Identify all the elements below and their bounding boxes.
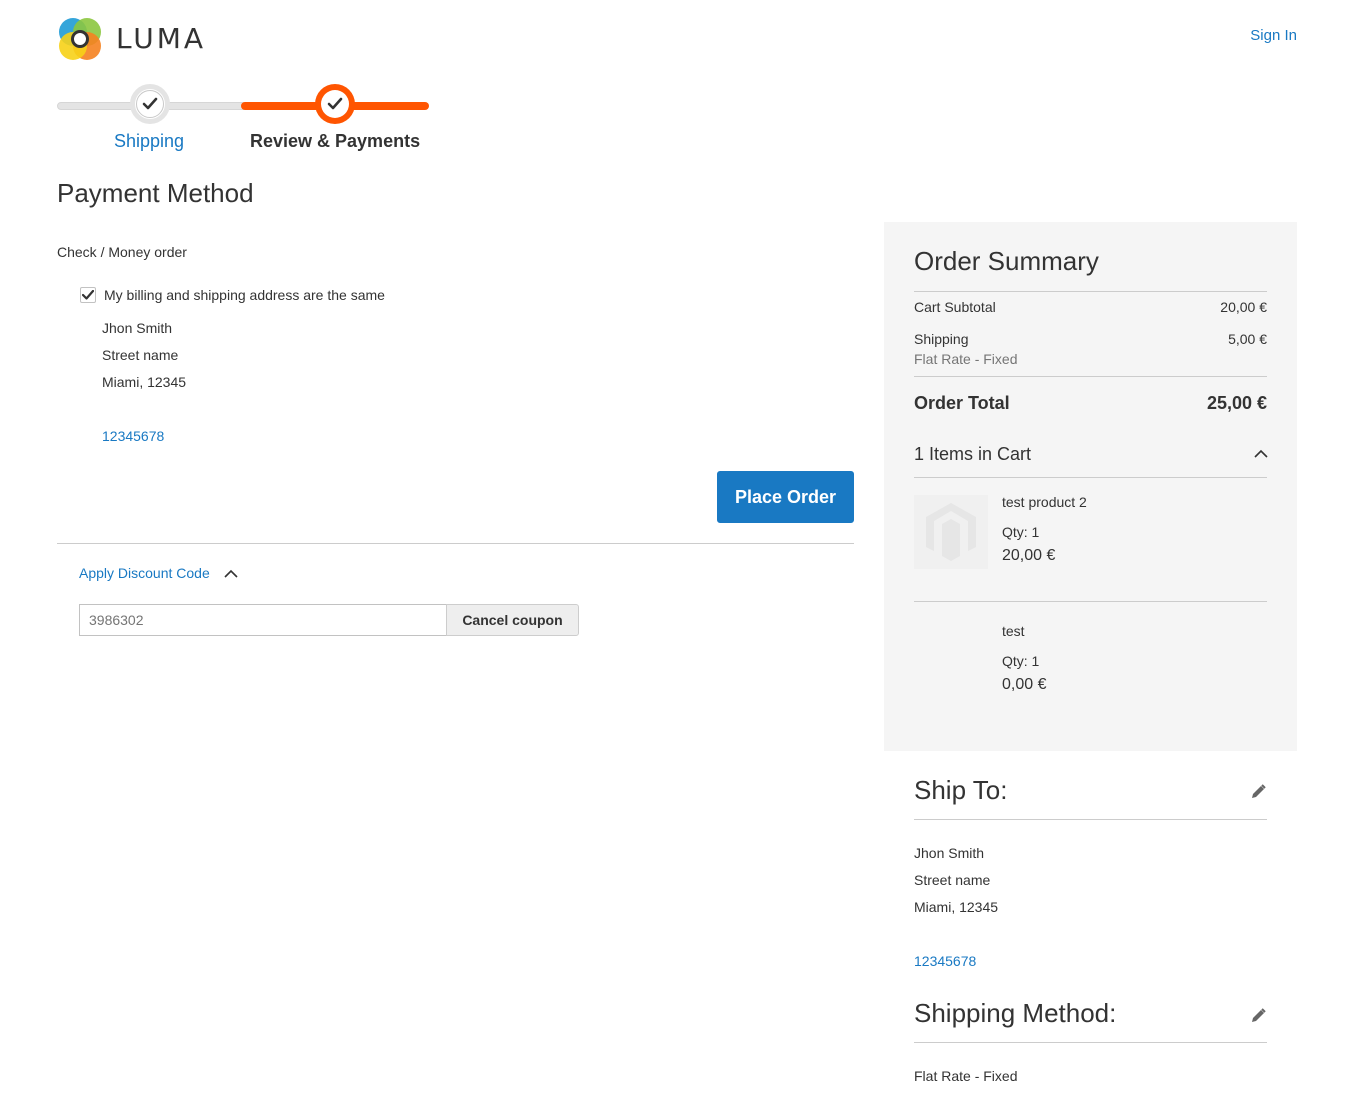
sign-in-link[interactable]: Sign In — [1250, 27, 1297, 44]
progress-step-review-payments — [315, 84, 355, 124]
divider — [914, 819, 1267, 820]
cancel-coupon-button[interactable]: Cancel coupon — [446, 604, 579, 636]
divider — [57, 543, 854, 544]
chevron-up-icon[interactable] — [1254, 449, 1268, 458]
apply-discount-toggle[interactable]: Apply Discount Code — [79, 565, 238, 581]
luma-logo-icon — [59, 18, 101, 60]
order-total-value: 25,00 € — [1206, 393, 1267, 413]
divider — [914, 291, 1267, 292]
item-qty: Qty: 1 — [1002, 524, 1040, 540]
place-order-button[interactable]: Place Order — [717, 471, 854, 523]
billing-street: Street name — [102, 347, 179, 363]
ship-to-name: Jhon Smith — [914, 845, 985, 861]
shipping-value: 5,00 € — [1228, 331, 1267, 347]
item-qty: Qty: 1 — [1002, 653, 1040, 669]
ship-to-title: Ship To: — [914, 775, 1008, 805]
cart-subtotal-label: Cart Subtotal — [914, 299, 996, 315]
magento-placeholder-icon — [926, 503, 976, 561]
payment-method-name[interactable]: Check / Money order — [57, 244, 187, 260]
order-total-label: Order Total — [914, 393, 1010, 413]
divider — [914, 601, 1267, 602]
pencil-icon[interactable] — [1249, 1007, 1267, 1025]
product-thumbnail — [914, 495, 988, 569]
cart-subtotal-value: 20,00 € — [1220, 299, 1267, 315]
item-name: test — [1002, 623, 1025, 639]
billing-phone-link[interactable]: 12345678 — [102, 428, 164, 444]
same-address-checkbox[interactable] — [80, 287, 96, 303]
item-price: 0,00 € — [1002, 676, 1047, 693]
billing-city-zip: Miami, 12345 — [102, 374, 187, 390]
shipping-label: Shipping — [914, 331, 969, 347]
discount-code-input[interactable] — [79, 604, 447, 636]
order-summary-title: Order Summary — [914, 246, 1099, 276]
step-label-shipping[interactable]: Shipping — [114, 131, 184, 152]
checkmark-icon — [142, 97, 158, 110]
pencil-icon[interactable] — [1249, 783, 1267, 801]
item-name: test product 2 — [1002, 494, 1087, 510]
brand-name: LUMA — [116, 22, 207, 55]
divider — [914, 1042, 1267, 1043]
shipping-method-name: Flat Rate - Fixed — [914, 351, 1018, 367]
ship-to-street: Street name — [914, 872, 991, 888]
shipping-method-value: Flat Rate - Fixed — [914, 1068, 1018, 1084]
chevron-up-icon — [224, 569, 238, 578]
same-address-label[interactable]: My billing and shipping address are the … — [104, 287, 385, 303]
divider — [914, 477, 1267, 478]
ship-to-phone-link[interactable]: 12345678 — [914, 953, 976, 969]
billing-name: Jhon Smith — [102, 320, 173, 336]
checkmark-icon — [82, 290, 94, 300]
progress-step-shipping[interactable] — [130, 84, 170, 124]
items-in-cart-toggle[interactable]: 1 Items in Cart — [914, 444, 1031, 465]
apply-discount-label: Apply Discount Code — [79, 565, 210, 581]
ship-to-city-zip: Miami, 12345 — [914, 899, 999, 915]
payment-method-title: Payment Method — [57, 178, 254, 208]
divider — [914, 376, 1267, 377]
shipping-method-title: Shipping Method: — [914, 998, 1117, 1028]
step-label-review-payments: Review & Payments — [250, 131, 421, 151]
item-price: 20,00 € — [1002, 547, 1056, 564]
checkmark-icon — [327, 97, 343, 110]
